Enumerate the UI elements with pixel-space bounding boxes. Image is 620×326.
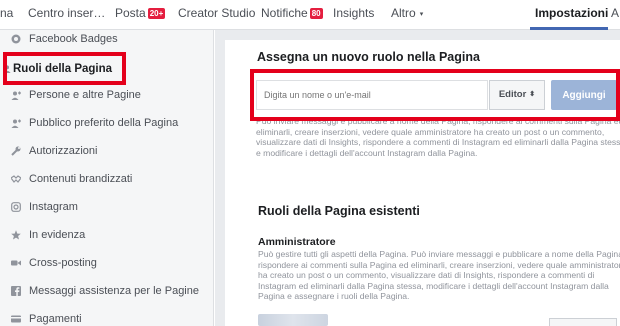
description-line: Può gestire tutti gli aspetti della Pagi… [258,249,620,259]
sidebar-item-support-inbox[interactable]: Messaggi assistenza per le Pagine [0,278,214,304]
sidebar-item-facebook-badges[interactable]: Facebook Badges [0,26,214,52]
sidebar-item-label: Pagamenti [29,313,82,325]
admin-role-description: Può gestire tutti gli aspetti della Pagi… [258,249,620,302]
existing-roles-heading: Ruoli della Pagina esistenti [258,204,420,218]
edit-admin-button[interactable] [549,318,617,326]
instagram-icon [11,202,21,212]
sidebar-item-instagram[interactable]: Instagram [0,194,214,220]
description-line: rispondere ai commenti sulla Pagina ed e… [258,259,620,270]
inbox-count-badge: 20+ [147,8,166,19]
sidebar-item-preferred-audience[interactable]: Pubblico preferito della Pagina [0,110,214,136]
sidebar-item-label: Contenuti brandizzati [29,173,133,185]
sidebar-item-payments[interactable]: Pagamenti [0,306,214,326]
editor-role-description: Può inviare messaggi e pubblicare a nome… [256,116,620,158]
people-icon [11,119,21,128]
assign-role-heading: Assegna un nuovo ruolo nella Pagina [257,50,480,64]
sidebar-item-label: Cross-posting [29,257,97,269]
payment-icon [11,315,21,323]
badge-icon [11,34,21,44]
description-line: visualizzare dati di Insights, risponder… [256,137,620,147]
wrench-icon [11,146,21,156]
star-icon [11,230,21,240]
highlight-box-page-roles [3,52,126,85]
sidebar-item-label: In evidenza [29,229,86,241]
sidebar-item-label: Pubblico preferito della Pagina [29,117,179,129]
notifications-count-badge: 80 [309,8,323,19]
tab-notifications[interactable]: Notifiche 80 [261,0,323,30]
tab-insights[interactable]: Insights [333,0,374,30]
tab-help[interactable]: A [611,0,619,30]
sidebar-item-featured[interactable]: In evidenza [0,222,214,248]
people-icon [11,91,21,100]
sidebar-item-authorizations[interactable]: Autorizzazioni [0,138,214,164]
sidebar-item-label: Autorizzazioni [29,145,98,157]
description-line: eliminarli, creare inserzioni, vedere qu… [256,126,605,137]
sidebar-item-label: Instagram [29,201,78,213]
description-line: Pagina e assegnare i ruoli della Pagina. [258,291,410,301]
highlight-box-assign-role [250,69,620,121]
sidebar-item-label: Persone e altre Pagine [29,89,141,101]
admin-avatar [258,314,328,326]
tab-settings[interactable]: Impostazioni [535,0,608,30]
handshake-icon [11,175,21,183]
chevron-down-icon: ▾ [419,11,424,18]
description-line: e modificare i dettagli dell'account Ins… [256,147,478,158]
description-line: ha creato un post o un commento, visuali… [258,270,595,280]
admin-heading: Amministratore [258,236,336,248]
facebook-icon [11,286,21,296]
video-icon [11,260,21,266]
sidebar-item-branded-content[interactable]: Contenuti brandizzati [0,166,214,192]
tab-more[interactable]: Altro ▾ [391,0,423,30]
sidebar-item-label: Messaggi assistenza per le Pagine [29,285,199,297]
description-line: Instagram ed eliminarli dalla Pagina ste… [258,280,609,291]
sidebar-item-label: Facebook Badges [29,33,118,45]
sidebar-item-people-pages[interactable]: Persone e altre Pagine [0,82,214,108]
sidebar-item-cross-posting[interactable]: Cross-posting [0,250,214,276]
